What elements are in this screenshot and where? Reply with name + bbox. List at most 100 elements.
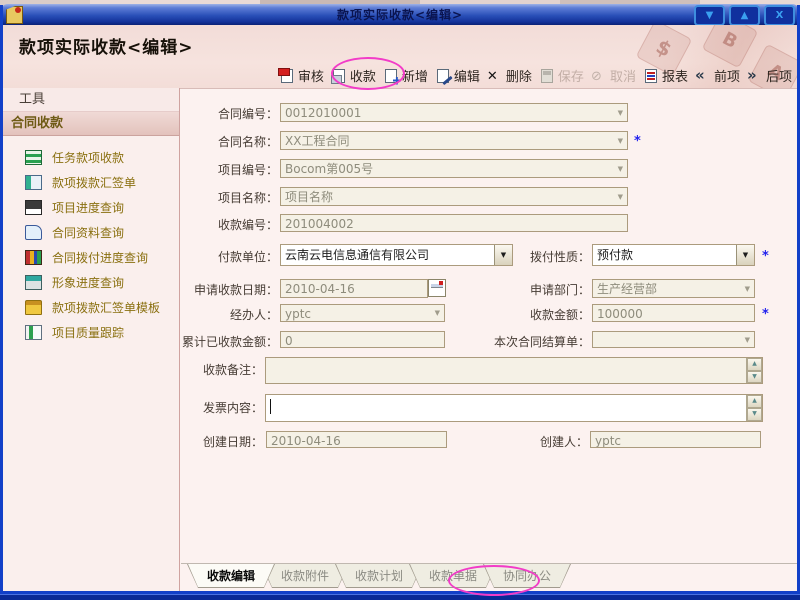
audit-button[interactable]: 审核 xyxy=(279,66,324,85)
contract-no-select[interactable]: 0012010001 ▼ xyxy=(280,103,628,122)
scrollbar[interactable]: ▲ ▼ xyxy=(746,358,762,383)
save-icon xyxy=(539,69,555,83)
apply-date-label: 申请收款日期： xyxy=(178,281,278,299)
page-title: 款项实际收款<编辑> xyxy=(19,33,194,58)
contract-no-label: 合同编号： xyxy=(190,105,278,123)
close-icon: X xyxy=(776,10,784,21)
text-caret xyxy=(270,399,271,414)
sidebar-item-payment-signoff-sheet[interactable]: 款项拨款汇签单 xyxy=(3,170,179,195)
apply-dept-label: 申请部门： xyxy=(495,281,590,299)
application-window: 款项实际收款<编辑> ▼ ▲ X $ B A 款项实际收款<编辑> 审核收款新增… xyxy=(0,0,800,600)
delete-button[interactable]: 删除 xyxy=(487,66,532,85)
contract-name-select[interactable]: XX工程合同 ▼ xyxy=(280,131,628,150)
remark-label: 收款备注： xyxy=(175,361,263,379)
sidebar-item-task-payment-receipt[interactable]: 任务款项收款 xyxy=(3,145,179,170)
total-received-input[interactable]: 0 xyxy=(280,331,445,348)
handler-label: 经办人： xyxy=(190,306,278,324)
sidebar-item-contract-info-query[interactable]: 合同资料查询 xyxy=(3,220,179,245)
edit-button[interactable]: 编辑 xyxy=(435,66,480,85)
sidebar-item-contract-payment-progress-query[interactable]: 合同拨付进度查询 xyxy=(3,245,179,270)
chevron-down-icon: ▼ xyxy=(618,133,623,149)
project-name-value: 项目名称 xyxy=(285,190,333,204)
scroll-down-icon[interactable]: ▼ xyxy=(747,371,762,384)
required-asterisk: * xyxy=(762,307,769,322)
prev-button[interactable]: 前项 xyxy=(695,66,740,85)
minimize-icon: ▼ xyxy=(706,10,714,21)
receipt-no-input[interactable]: 201004002 xyxy=(280,214,628,232)
chevron-down-icon: ▼ xyxy=(745,332,750,348)
create-date-input[interactable]: 2010-04-16 xyxy=(266,431,447,448)
handler-select[interactable]: yptc ▼ xyxy=(280,304,445,322)
apply-dept-select[interactable]: 生产经营部 ▼ xyxy=(592,279,755,298)
settlement-select[interactable]: ▼ xyxy=(592,331,755,348)
amount-input[interactable]: 100000 xyxy=(592,304,755,322)
signoff-icon xyxy=(25,175,42,190)
handler-value: yptc xyxy=(285,307,311,321)
sidebar-item-label: 项目质量跟踪 xyxy=(52,324,124,341)
sidebar-item-label: 项目进度查询 xyxy=(52,199,124,216)
close-button[interactable]: X xyxy=(764,5,795,26)
sidebar-item-project-progress-query[interactable]: 项目进度查询 xyxy=(3,195,179,220)
tab-receipt-attachments[interactable]: 收款附件 xyxy=(261,564,349,588)
apply-date-input[interactable]: 2010-04-16 xyxy=(280,279,428,298)
project-no-select[interactable]: Bocom第005号 ▼ xyxy=(280,159,628,178)
edit-button-label: 编辑 xyxy=(454,66,480,85)
sidebar-nav: 任务款项收款款项拨款汇签单项目进度查询合同资料查询合同拨付进度查询形象进度查询款… xyxy=(3,136,179,345)
scroll-up-icon[interactable]: ▲ xyxy=(747,395,762,408)
create-date-label: 创建日期： xyxy=(175,433,263,451)
pay-nature-select[interactable]: 预付款 ▼ xyxy=(592,244,755,266)
prev-icon xyxy=(695,69,711,83)
creator-input[interactable]: yptc xyxy=(590,431,761,448)
calendar-icon[interactable] xyxy=(428,279,446,297)
invoice-label: 发票内容： xyxy=(175,399,263,417)
chevron-down-icon[interactable]: ▼ xyxy=(736,245,754,265)
window-border-left xyxy=(0,5,3,600)
sidebar-tools-header: 工具 xyxy=(3,88,179,112)
sidebar-section-header[interactable]: 合同收款 xyxy=(3,112,179,136)
window-title: 款项实际收款<编辑> xyxy=(0,6,800,23)
tab-receipt-plan[interactable]: 收款计划 xyxy=(335,564,423,588)
sidebar-item-signoff-sheet-template[interactable]: 款项拨款汇签单模板 xyxy=(3,295,179,320)
sidebar-item-label: 款项拨款汇签单模板 xyxy=(52,299,160,316)
project-name-select[interactable]: 项目名称 ▼ xyxy=(280,187,628,206)
maximize-icon: ▲ xyxy=(741,10,749,21)
app-icon xyxy=(6,6,23,24)
required-asterisk: * xyxy=(634,134,641,149)
tab-label: 收款附件 xyxy=(262,564,348,587)
chevron-down-icon: ▼ xyxy=(618,189,623,205)
contract-no-value: 0012010001 xyxy=(285,106,361,120)
sidebar-item-visual-progress-query[interactable]: 形象进度查询 xyxy=(3,270,179,295)
required-asterisk: * xyxy=(762,249,769,264)
tab-receipt-edit[interactable]: 收款编辑 xyxy=(187,564,275,588)
minimize-button[interactable]: ▼ xyxy=(694,5,725,26)
scroll-down-icon[interactable]: ▼ xyxy=(747,408,762,421)
amount-value: 100000 xyxy=(597,307,643,321)
maximize-button[interactable]: ▲ xyxy=(729,5,760,26)
report-icon xyxy=(643,69,659,83)
chevron-down-icon: ▼ xyxy=(745,281,750,297)
save-button: 保存 xyxy=(539,66,584,85)
project-name-label: 项目名称： xyxy=(190,189,278,207)
scrollbar[interactable]: ▲ ▼ xyxy=(746,395,762,421)
scroll-up-icon[interactable]: ▲ xyxy=(747,358,762,371)
chevron-down-icon: ▼ xyxy=(618,105,623,121)
payer-label: 付款单位： xyxy=(190,248,278,266)
prev-button-label: 前项 xyxy=(714,66,740,85)
delete-button-label: 删除 xyxy=(506,66,532,85)
invoice-textarea[interactable]: ▲ ▼ xyxy=(265,394,763,422)
title-bar[interactable]: 款项实际收款<编辑> ▼ ▲ X xyxy=(0,4,800,25)
remark-textarea[interactable]: ▲ ▼ xyxy=(265,357,763,384)
sidebar-item-label: 款项拨款汇签单 xyxy=(52,174,136,191)
report-button[interactable]: 报表 xyxy=(643,66,688,85)
tab-label: 收款编辑 xyxy=(188,564,274,587)
contract-doc-icon xyxy=(25,225,42,240)
task-receipt-icon xyxy=(25,150,42,165)
new-button-label: 新增 xyxy=(402,66,428,85)
sidebar-item-project-quality-tracking[interactable]: 项目质量跟踪 xyxy=(3,320,179,345)
total-received-label: 累计已收款金额： xyxy=(168,333,278,351)
delete-icon xyxy=(487,69,503,83)
payer-select[interactable]: 云南云电信息通信有限公司 ▼ xyxy=(280,244,513,266)
next-button[interactable]: 后项 xyxy=(747,66,792,85)
audit-icon xyxy=(279,69,295,83)
sidebar-item-label: 形象进度查询 xyxy=(52,274,124,291)
